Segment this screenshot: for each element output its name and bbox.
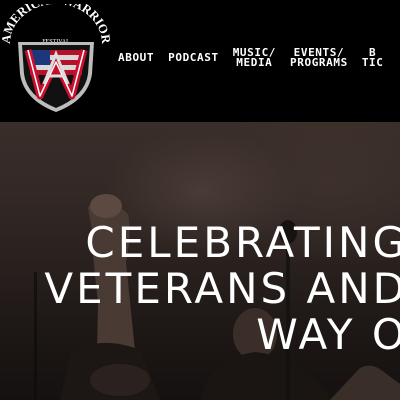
nav-about[interactable]: ABOUT	[118, 48, 154, 63]
nav-podcast[interactable]: PODCAST	[168, 48, 219, 63]
site-logo[interactable]: AMERICAN WARRIOR FESTIVAL	[0, 0, 113, 118]
nav-events-programs-line2: PROGRAMS	[290, 56, 348, 69]
nav-about-label: ABOUT	[118, 51, 155, 64]
nav-tickets[interactable]: B TIC	[361, 47, 384, 69]
nav-music-media[interactable]: MUSIC/ MEDIA	[233, 47, 276, 69]
nav-podcast-label: PODCAST	[168, 51, 219, 64]
hero-line-3: WAY O	[256, 310, 400, 359]
hero-headline: CELEBRATING VETERANS AND WAY O	[44, 220, 400, 358]
nav-events-programs[interactable]: EVENTS/ PROGRAMS	[290, 47, 348, 69]
main-nav: ABOUT PODCAST MUSIC/ MEDIA EVENTS/ PROGR…	[118, 47, 397, 69]
nav-tickets-line2: TIC	[361, 56, 384, 69]
hero-line-1: CELEBRATING	[85, 218, 400, 267]
site-header: AMERICAN WARRIOR FESTIVAL ABOUT	[0, 0, 400, 122]
nav-music-media-line2: MEDIA	[236, 56, 273, 69]
hero-line-2: VETERANS AND	[44, 264, 400, 313]
hero-banner: CELEBRATING VETERANS AND WAY O	[0, 122, 400, 400]
